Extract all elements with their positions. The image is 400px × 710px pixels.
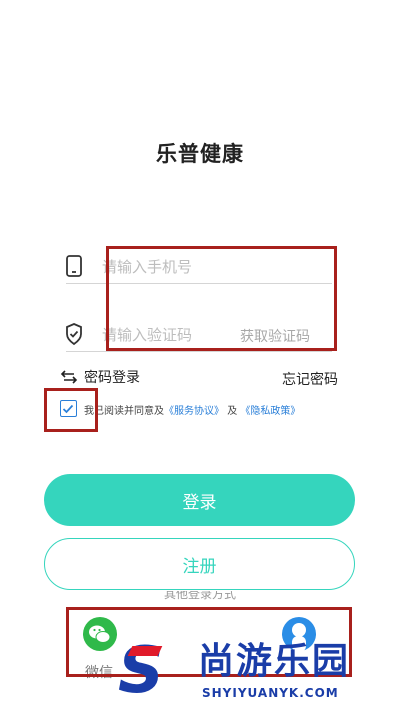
shield-icon xyxy=(66,323,82,346)
service-agreement-link[interactable]: 《服务协议》 xyxy=(164,406,224,417)
highlight-box-inputs xyxy=(106,246,337,351)
register-button[interactable]: 注册 xyxy=(44,538,355,590)
agreement-text: 我已阅读并同意及《服务协议》 及 《隐私政策》 xyxy=(84,402,300,417)
watermark-brand: 尚游乐园 xyxy=(198,641,351,682)
agreement-conjunction: 及 xyxy=(227,406,238,417)
forgot-password-link[interactable]: 忘记密码 xyxy=(282,369,338,389)
watermark-red-stroke xyxy=(127,646,163,656)
login-button[interactable]: 登录 xyxy=(44,474,355,526)
password-login-link[interactable]: 密码登录 xyxy=(60,366,140,388)
highlight-box-checkbox xyxy=(44,388,98,432)
watermark-logo: S 尚游乐园 SHYIYUANYK.COM xyxy=(114,636,398,710)
phone-icon xyxy=(66,255,82,277)
code-underline xyxy=(66,351,332,352)
password-login-label: 密码登录 xyxy=(84,370,140,386)
watermark-url: SHYIYUANYK.COM xyxy=(202,686,339,700)
app-title: 乐普健康 xyxy=(156,142,244,166)
switch-icon xyxy=(60,370,78,384)
privacy-policy-link[interactable]: 《隐私政策》 xyxy=(240,406,300,417)
